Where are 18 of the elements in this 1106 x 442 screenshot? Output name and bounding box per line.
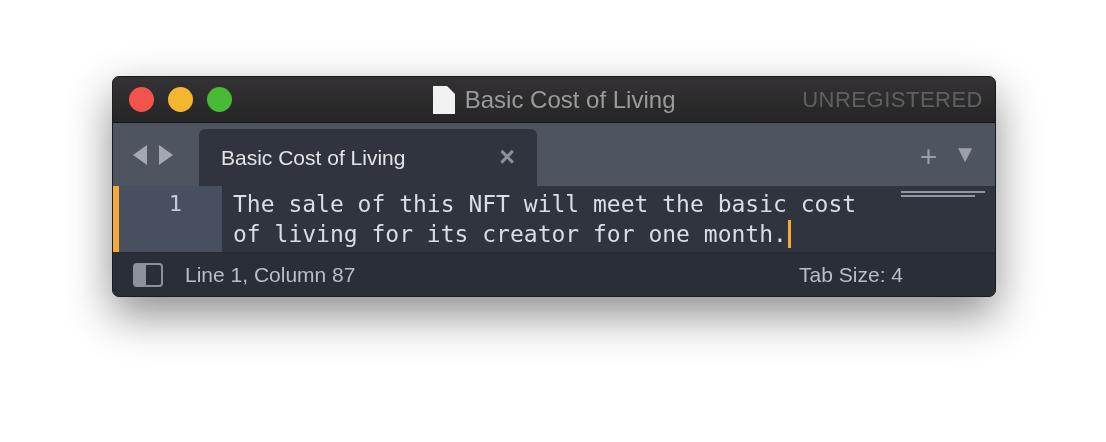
document-icon <box>432 85 455 114</box>
code-text: The sale of this NFT will meet the basic cost <box>233 190 857 219</box>
tab-label: Basic Cost of Living <box>221 145 406 170</box>
cursor-position: Line 1, Column 87 <box>185 262 356 287</box>
code-text: of living for its creator for one month. <box>233 220 787 249</box>
sidebar-toggle-icon[interactable] <box>133 262 163 287</box>
line-number: 1 <box>168 190 182 218</box>
tab-menu-button[interactable]: ▼ <box>953 142 977 166</box>
window-title: Basic Cost of Living <box>464 85 676 114</box>
new-tab-button[interactable]: + <box>919 142 938 172</box>
unregistered-label: UNREGISTERED <box>802 86 983 113</box>
text-cursor <box>787 220 791 248</box>
file-tab[interactable]: Basic Cost of Living × <box>199 129 537 186</box>
close-tab-button[interactable]: × <box>499 142 515 173</box>
tab-size-setting[interactable]: Tab Size: 4 <box>799 262 903 287</box>
minimize-button[interactable] <box>168 87 193 112</box>
close-button[interactable] <box>129 87 154 112</box>
zoom-button[interactable] <box>207 87 232 112</box>
